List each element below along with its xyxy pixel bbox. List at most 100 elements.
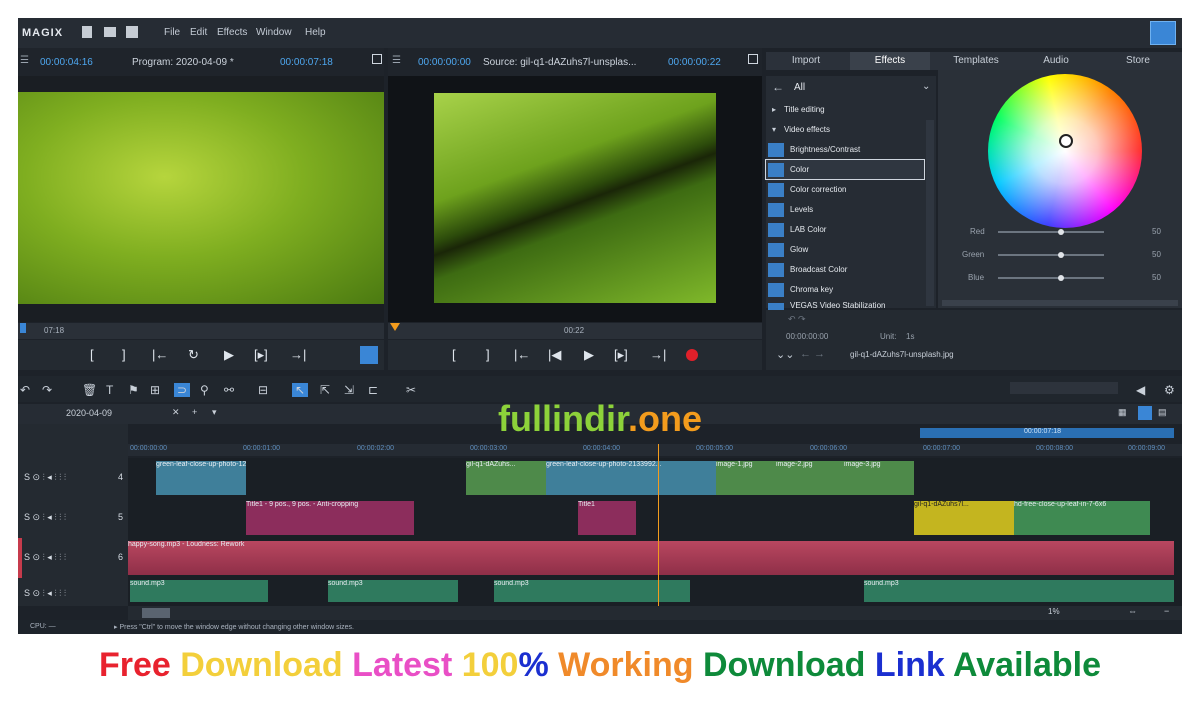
zoom-level[interactable]: 1% xyxy=(1048,607,1060,616)
effect-lab-color[interactable]: LAB Color xyxy=(766,220,924,239)
menu-help[interactable]: Help xyxy=(305,27,326,38)
chevron-down-icon[interactable]: ⌄ xyxy=(922,81,930,92)
group-title-editing[interactable]: ▸ Title editing xyxy=(766,100,924,119)
timeline-ruler[interactable]: 00:00:00:00 00:00:01:00 00:00:02:00 00:0… xyxy=(128,444,1182,456)
track-controls[interactable]: S ⊙ ⫶ ◂ ⫶ ⫶ ⫶ xyxy=(24,512,66,523)
menu-effects[interactable]: Effects xyxy=(217,27,247,38)
record-button[interactable] xyxy=(686,349,698,361)
zoom-fit-icon[interactable]: ⇔ xyxy=(1128,606,1137,616)
effect-brightness-contrast[interactable]: Brightness/Contrast xyxy=(766,140,924,159)
color-panel-scrollbar[interactable] xyxy=(942,300,1178,306)
video-clip[interactable]: gil-q1-dAZuhs... xyxy=(466,461,546,495)
video-clip[interactable]: hd-free-close-up-leaf-in-7-6x6 xyxy=(1014,501,1150,535)
scroll-thumb[interactable] xyxy=(142,608,170,618)
undo-icon[interactable]: ↶ xyxy=(20,383,30,397)
settings-icon[interactable]: ⚙ xyxy=(1164,383,1175,397)
set-in-button[interactable]: [ xyxy=(452,347,456,362)
track-controls[interactable]: S ⊙ ⫶ ◂ ⫶ ⫶ ⫶ xyxy=(24,552,66,563)
undo-icon[interactable]: ↶ ↷ xyxy=(788,314,806,325)
play-button[interactable]: ▶ xyxy=(584,347,594,363)
link-icon[interactable]: ⚲ xyxy=(200,383,209,397)
effect-broadcast-color[interactable]: Broadcast Color xyxy=(766,260,924,279)
ripple-icon[interactable]: ⊃ xyxy=(174,383,191,397)
range-tool-icon[interactable]: ⇱ xyxy=(320,383,330,397)
effects-scrollbar[interactable] xyxy=(926,120,934,306)
zoom-out-icon[interactable]: − xyxy=(1164,606,1169,616)
back-arrow-icon[interactable]: ← xyxy=(772,80,784,94)
effect-color[interactable]: Color xyxy=(765,159,925,180)
group-video-effects[interactable]: ▾ Video effects xyxy=(766,120,924,139)
live-mode-button[interactable] xyxy=(1150,21,1176,45)
marker-icon[interactable]: ⚑ xyxy=(128,383,139,397)
unlink-icon[interactable]: ⚯ xyxy=(224,383,234,397)
volume-icon[interactable]: ◀ xyxy=(1136,383,1145,397)
effect-levels[interactable]: Levels xyxy=(766,200,924,219)
effects-filter[interactable]: All xyxy=(794,82,805,93)
audio-clip[interactable]: sound.mp3 xyxy=(494,580,690,602)
menu-icon[interactable]: ☰ xyxy=(20,55,29,66)
play-range-button[interactable]: [▸] xyxy=(254,347,268,363)
redo-icon[interactable]: ↷ xyxy=(42,383,52,397)
set-in-button[interactable]: [ xyxy=(90,347,94,362)
maximize-icon[interactable] xyxy=(748,54,758,64)
color-picker-handle[interactable] xyxy=(1059,134,1073,148)
audio-clip[interactable]: sound.mp3 xyxy=(130,580,268,602)
tab-import[interactable]: Import xyxy=(766,52,846,70)
trim-tool-icon[interactable]: ⊏ xyxy=(368,383,378,397)
title-clip[interactable]: Title1 - 9 pos., 9 pos. - Anti-cropping xyxy=(246,501,414,535)
previous-frame-button[interactable]: |◀ xyxy=(548,347,561,363)
select-tool-icon[interactable]: ↖ xyxy=(292,383,309,397)
lightning-icon[interactable] xyxy=(360,346,378,364)
blue-slider[interactable] xyxy=(998,277,1104,279)
nav-arrows-icon[interactable]: ← → xyxy=(800,348,825,360)
audio-clip[interactable]: sound.mp3 xyxy=(328,580,458,602)
menu-edit[interactable]: Edit xyxy=(190,27,207,38)
set-out-button[interactable]: ] xyxy=(122,347,126,362)
tab-store[interactable]: Store xyxy=(1098,52,1178,70)
snap-icon[interactable]: ⊟ xyxy=(258,383,268,397)
blue-value[interactable]: 50 xyxy=(1152,273,1161,282)
play-button[interactable]: ▶ xyxy=(224,347,234,363)
open-folder-icon[interactable] xyxy=(104,27,116,37)
tab-effects[interactable]: Effects xyxy=(850,52,930,70)
video-clip[interactable]: image-1.jpg xyxy=(716,461,776,495)
delete-icon[interactable]: 🗑 xyxy=(82,383,97,397)
video-clip[interactable]: image-2.jpg xyxy=(776,461,844,495)
loop-button[interactable]: ↻ xyxy=(188,347,199,363)
title-clip[interactable]: Title1 xyxy=(578,501,636,535)
source-ruler[interactable]: 00:22 xyxy=(388,323,762,339)
audio-clip[interactable]: sound.mp3 xyxy=(864,580,1174,602)
red-value[interactable]: 50 xyxy=(1152,227,1161,236)
menu-icon[interactable]: ☰ xyxy=(392,55,401,66)
maximize-icon[interactable] xyxy=(372,54,382,64)
stretch-tool-icon[interactable]: ⇲ xyxy=(344,383,354,397)
menu-window[interactable]: Window xyxy=(256,27,292,38)
cut-icon[interactable]: ✂ xyxy=(406,383,416,397)
green-value[interactable]: 50 xyxy=(1152,250,1161,259)
audio-clip[interactable]: happy-song.mp3 - Loudness: Rework xyxy=(128,541,1174,575)
collapse-icon[interactable]: ⌄⌄ xyxy=(776,348,794,361)
video-clip[interactable]: green-leaf-close-up-photo-1213.. xyxy=(156,461,246,495)
color-wheel[interactable] xyxy=(988,74,1142,228)
tab-audio[interactable]: Audio xyxy=(1018,52,1094,70)
menu-file[interactable]: File xyxy=(164,27,180,38)
green-slider[interactable] xyxy=(998,254,1104,256)
group-icon[interactable]: ⊞ xyxy=(150,383,160,397)
red-slider[interactable] xyxy=(998,231,1104,233)
green-slider-knob[interactable] xyxy=(1058,252,1064,258)
effect-vegas-stabilization[interactable]: VEGAS Video Stabilization xyxy=(766,300,924,311)
unit-value[interactable]: 1s xyxy=(906,332,914,341)
timeline-scrollbar[interactable]: 1% ⇔ − xyxy=(128,606,1182,620)
effect-glow[interactable]: Glow xyxy=(766,240,924,259)
go-to-start-button[interactable]: |← xyxy=(514,347,530,362)
effect-color-correction[interactable]: Color correction xyxy=(766,180,924,199)
new-file-icon[interactable] xyxy=(82,26,92,38)
playhead-marker[interactable] xyxy=(20,323,26,333)
video-clip[interactable]: green-leaf-close-up-photo-2133992... xyxy=(546,461,716,495)
set-out-button[interactable]: ] xyxy=(486,347,490,362)
save-icon[interactable] xyxy=(126,26,138,38)
in-point-marker[interactable] xyxy=(390,323,400,331)
go-to-end-button[interactable]: →| xyxy=(650,347,666,362)
go-to-start-button[interactable]: |← xyxy=(152,347,168,362)
track-controls[interactable]: S ⊙ ⫶ ◂ ⫶ ⫶ ⫶ xyxy=(24,588,66,599)
